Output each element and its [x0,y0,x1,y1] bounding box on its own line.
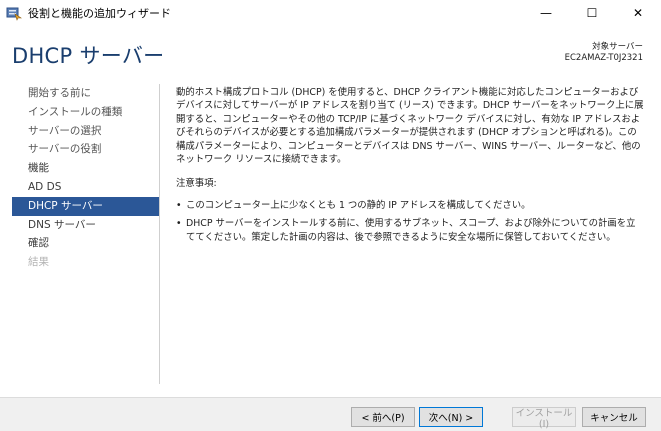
window-title: 役割と機能の追加ウィザード [28,7,171,20]
title-bar: 役割と機能の追加ウィザード — ☐ ✕ [0,0,661,26]
intro-paragraph: 動的ホスト構成プロトコル (DHCP) を使用すると、DHCP クライアント機能… [176,87,644,166]
notes-heading: 注意事項: [176,178,217,190]
server-manager-icon [6,5,22,21]
nav-item-dns-server[interactable]: DNS サーバー [12,216,159,235]
window-controls: — ☐ ✕ [523,0,661,26]
nav-item-ad-ds[interactable]: AD DS [12,178,159,197]
nav-item-results: 結果 [28,256,49,269]
close-button[interactable]: ✕ [615,0,661,26]
maximize-button[interactable]: ☐ [569,0,615,26]
minimize-button[interactable]: — [523,0,569,26]
page-title: DHCP サーバー [12,44,165,68]
nav-item-server-selection[interactable]: サーバーの選択 [12,122,159,141]
bullet-icon: • [176,199,182,211]
notes-list: • このコンピューター上に少なくとも 1 つの静的 IP アドレスを構成してくだ… [176,199,644,244]
note-text: このコンピューター上に少なくとも 1 つの静的 IP アドレスを構成してください… [186,199,531,211]
cancel-button[interactable]: キャンセル [582,407,646,427]
bullet-icon: • [176,218,182,230]
target-server-name: EC2AMAZ-T0J2321 [564,53,643,63]
target-server-label: 対象サーバー [592,42,643,52]
list-item: • このコンピューター上に少なくとも 1 つの静的 IP アドレスを構成してくだ… [176,199,644,212]
install-button: インストール(I) [512,407,576,430]
nav-item-dhcp-server[interactable]: DHCP サーバー [12,196,159,216]
nav-item-server-roles[interactable]: サーバーの役割 [12,140,159,159]
wizard-step-nav: 開始する前に インストールの種類 サーバーの選択 サーバーの役割 機能 AD D… [12,84,160,384]
nav-item-installation-type[interactable]: インストールの種類 [12,103,159,122]
list-item: • DHCP サーバーをインストールする前に、使用するサブネット、スコープ、およ… [176,217,644,244]
target-server-info: 対象サーバー EC2AMAZ-T0J2321 [565,42,643,64]
next-button[interactable]: 次へ(N) > [419,407,483,427]
back-button[interactable]: < 前へ(P) [351,407,415,427]
nav-item-confirmation[interactable]: 確認 [12,234,159,253]
dhcp-description-panel: 動的ホスト構成プロトコル (DHCP) を使用すると、DHCP クライアント機能… [176,86,644,249]
wizard-footer: < 前へ(P) 次へ(N) > インストール(I) キャンセル [0,397,661,431]
nav-item-features[interactable]: 機能 [12,159,159,178]
note-text: DHCP サーバーをインストールする前に、使用するサブネット、スコープ、および除… [186,218,636,243]
wizard-header: DHCP サーバー 対象サーバー EC2AMAZ-T0J2321 [0,26,661,74]
nav-item-before-you-begin[interactable]: 開始する前に [12,84,159,103]
